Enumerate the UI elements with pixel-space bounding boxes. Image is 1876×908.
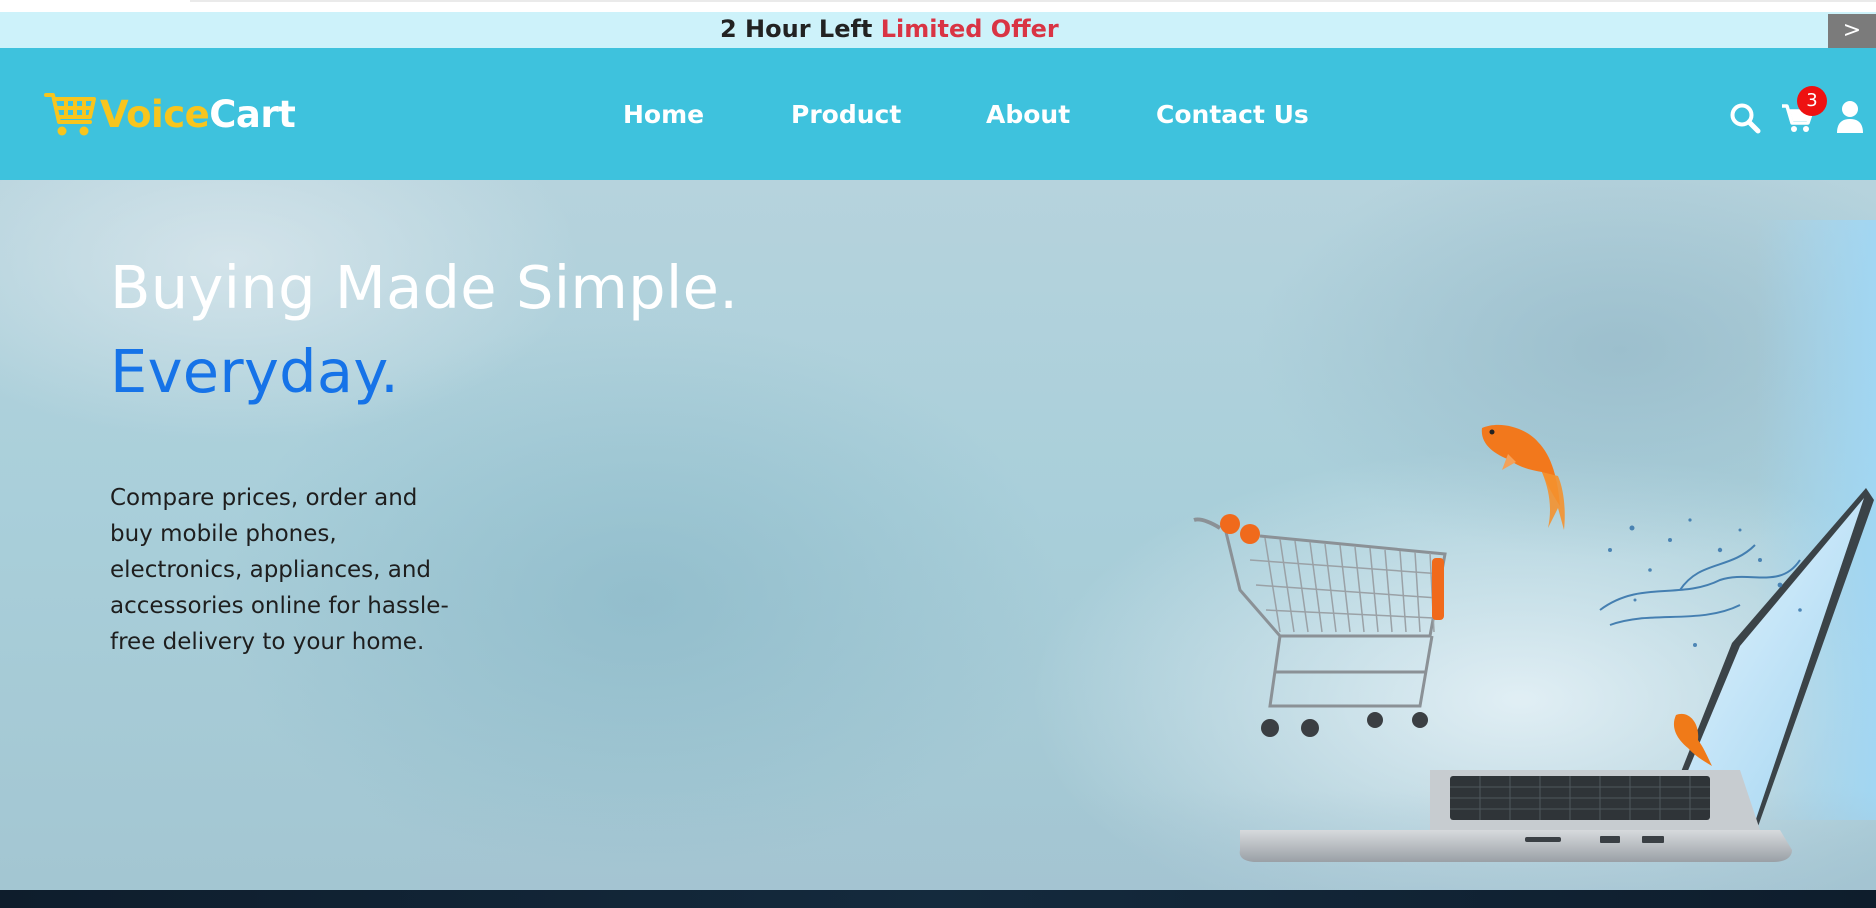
os-taskbar [0, 890, 1876, 908]
hero-banner: Buying Made Simple. Everyday. Compare pr… [0, 180, 1876, 890]
nav-home-link[interactable]: Home [623, 100, 704, 129]
nav-contact-link[interactable]: Contact Us [1156, 100, 1309, 129]
hero-headline: Buying Made Simple. [110, 253, 739, 322]
offer-prefix: 2 Hour Left [720, 15, 873, 43]
hero-illustration [1193, 424, 1874, 862]
cart-count-badge: 3 [1797, 86, 1827, 116]
hero-description-line: Compare prices, order and [110, 485, 418, 511]
offer-highlight: Limited Offer [880, 15, 1059, 43]
hero-description-line: accessories online for hassle- [110, 593, 449, 619]
search-icon[interactable] [1729, 102, 1761, 134]
offer-banner: 2 Hour Left Limited Offer > [0, 12, 1876, 49]
main-navbar: VoiceCart Home Product About Contact Us [0, 48, 1876, 180]
offer-next-button[interactable]: > [1828, 14, 1876, 48]
hero-description-line: free delivery to your home. [110, 629, 425, 655]
nav-product-link[interactable]: Product [791, 100, 901, 129]
brand-name-part1: Voice [100, 92, 210, 136]
shopping-cart-illustration [1193, 514, 1447, 737]
user-icon[interactable] [1836, 100, 1864, 134]
brand-name-part2: Cart [209, 92, 296, 136]
hero-description-line: buy mobile phones, [110, 521, 337, 547]
hero-description-line: electronics, appliances, and [110, 557, 432, 583]
nav-about-link[interactable]: About [986, 100, 1070, 129]
brand-name: VoiceCart [100, 92, 296, 136]
hero-description: Compare prices, order and buy mobile pho… [110, 480, 490, 660]
brand-logo[interactable]: VoiceCart [44, 88, 296, 140]
hero-headline-accent: Everyday. [110, 337, 400, 406]
goldfish-illustration [1481, 424, 1565, 530]
offer-text: 2 Hour Left Limited Offer [720, 15, 1059, 43]
shopping-cart-icon [44, 93, 96, 136]
